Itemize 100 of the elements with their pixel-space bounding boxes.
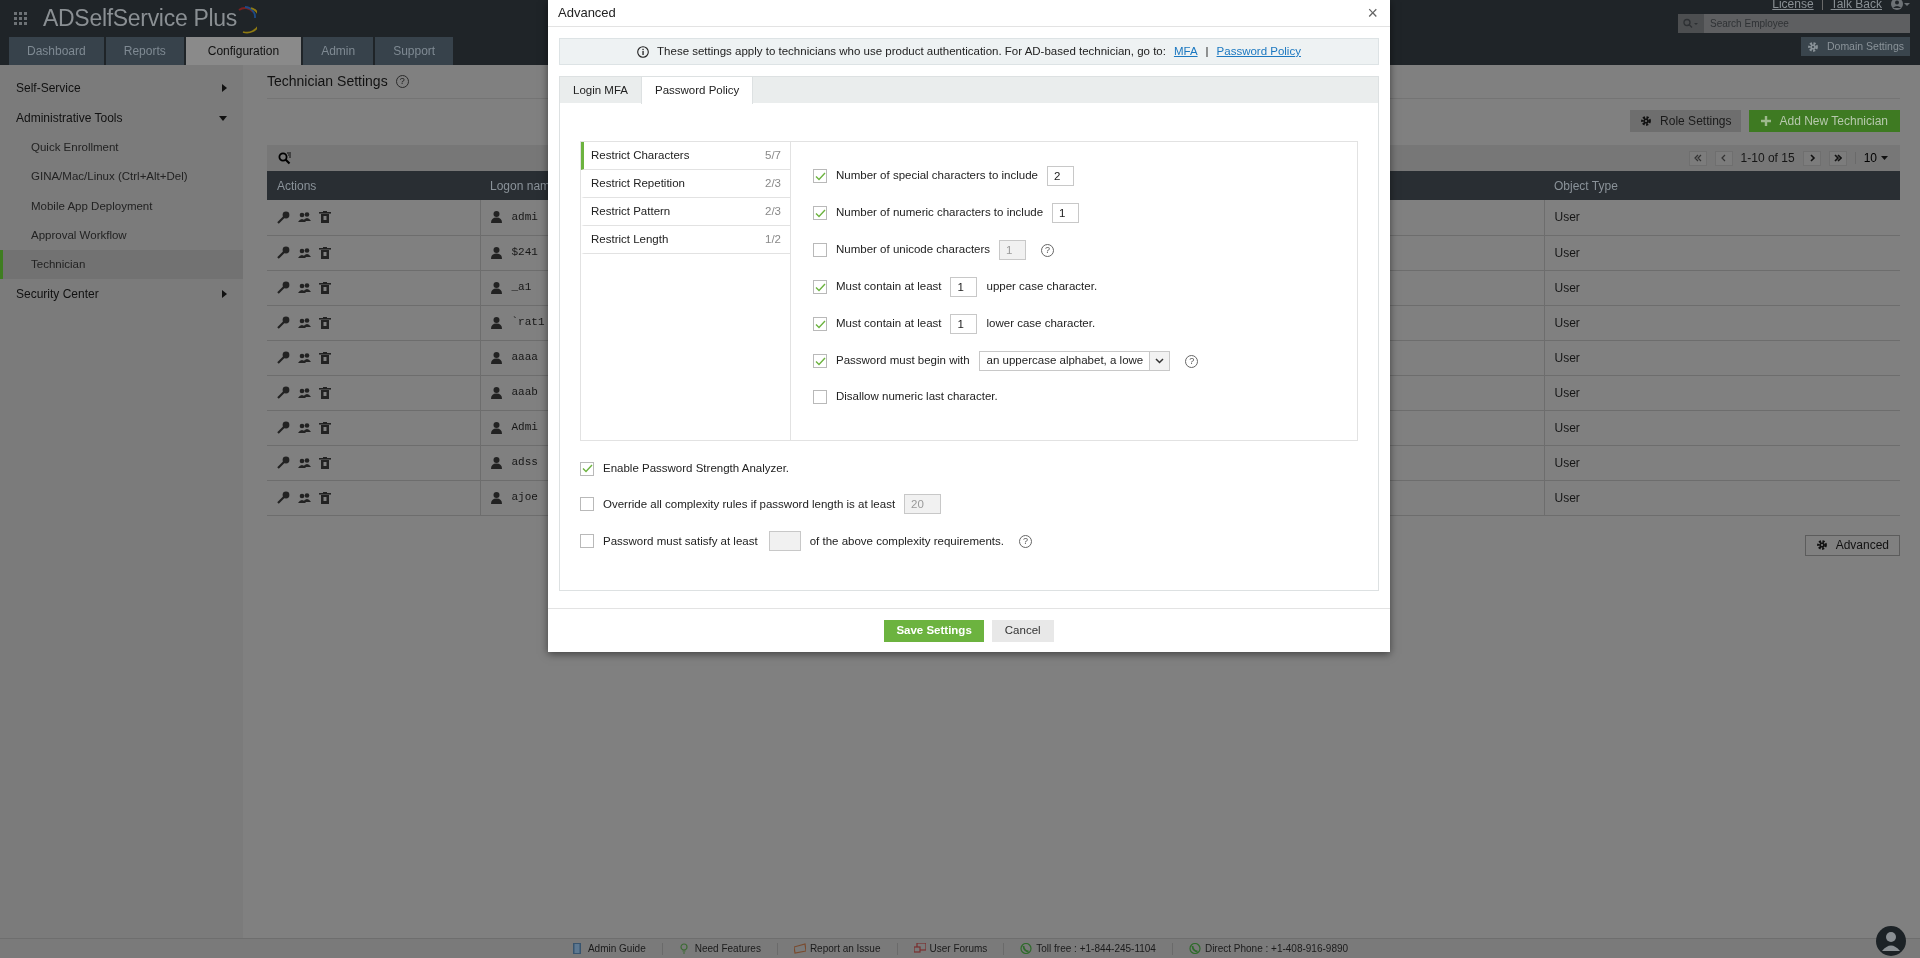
trash-icon[interactable]: [319, 421, 331, 434]
header-link[interactable]: License: [1772, 0, 1814, 10]
footer-link[interactable]: Need Features: [678, 941, 761, 956]
nav-tab[interactable]: Configuration: [185, 37, 302, 65]
sidebar-section[interactable]: Administrative Tools: [16, 109, 123, 127]
key-icon[interactable]: [277, 491, 290, 504]
nav-tab[interactable]: Dashboard: [9, 37, 104, 65]
role-settings-button[interactable]: Role Settings: [1630, 110, 1742, 132]
caret-down-icon[interactable]: [219, 115, 227, 121]
checkbox[interactable]: [580, 461, 594, 476]
checkbox[interactable]: [813, 243, 827, 257]
checkbox[interactable]: [813, 354, 827, 368]
checkbox[interactable]: [813, 389, 827, 404]
checkbox[interactable]: [813, 280, 827, 294]
sidebar-section[interactable]: Self-Service: [16, 79, 81, 97]
dialog-tab[interactable]: Password Policy: [641, 77, 754, 104]
key-icon[interactable]: [277, 351, 290, 364]
key-icon[interactable]: [277, 316, 290, 329]
page-size-dropdown[interactable]: 10: [1863, 149, 1888, 167]
caret-right-icon[interactable]: [222, 84, 227, 92]
sidebar-item[interactable]: Mobile App Deployment: [0, 191, 243, 221]
footer-link[interactable]: Direct Phone : +1-408-916-9890: [1188, 941, 1349, 956]
category-item[interactable]: Restrict Repetition 2/3: [581, 170, 790, 198]
first-page-button[interactable]: [1688, 150, 1707, 166]
dropdown[interactable]: an uppercase alphabet, a lowe: [978, 351, 1171, 371]
category-item[interactable]: Restrict Characters 5/7: [581, 142, 790, 170]
users-icon[interactable]: [298, 491, 311, 504]
sidebar-item[interactable]: Technician: [0, 250, 243, 280]
category-item[interactable]: Restrict Length 1/2: [581, 226, 790, 254]
users-icon[interactable]: [298, 281, 311, 294]
app-grid-icon[interactable]: [14, 12, 27, 25]
user-icon: [490, 456, 502, 469]
phone-icon: [1020, 943, 1033, 954]
trash-icon[interactable]: [319, 491, 331, 504]
settings-link[interactable]: MFA: [1173, 42, 1198, 61]
key-icon[interactable]: [277, 456, 290, 469]
support-avatar-icon[interactable]: [1876, 926, 1906, 956]
trash-icon[interactable]: [319, 456, 331, 469]
trash-icon[interactable]: [319, 386, 331, 399]
sidebar-item[interactable]: GINA/Mac/Linux (Ctrl+Alt+Del): [0, 162, 243, 192]
nav-tab[interactable]: Admin: [303, 37, 374, 65]
sidebar-section[interactable]: Security Center: [16, 285, 99, 304]
next-page-button[interactable]: [1802, 150, 1821, 166]
add-technician-button[interactable]: Add New Technician: [1749, 110, 1900, 132]
logon-name: ajoe: [511, 490, 538, 506]
users-icon[interactable]: [298, 211, 311, 224]
object-type: User: [1554, 280, 1580, 295]
number-field[interactable]: 1: [1052, 203, 1080, 223]
nav-tab[interactable]: Support: [375, 37, 454, 65]
users-icon[interactable]: [298, 456, 311, 469]
settings-link[interactable]: Password Policy: [1216, 42, 1301, 61]
footer-link[interactable]: Admin Guide: [571, 941, 646, 956]
checkbox[interactable]: [580, 497, 594, 512]
close-button[interactable]: ×: [1365, 4, 1380, 22]
key-icon[interactable]: [277, 210, 290, 224]
users-icon[interactable]: [298, 316, 311, 329]
key-icon[interactable]: [277, 281, 290, 294]
dialog-tab[interactable]: Login MFA: [560, 77, 641, 104]
users-icon[interactable]: [298, 386, 311, 399]
checkbox[interactable]: [813, 169, 827, 183]
key-icon[interactable]: [277, 421, 290, 434]
trash-icon[interactable]: [319, 211, 331, 224]
user-icon: [490, 281, 502, 294]
search-filter-icon[interactable]: [278, 151, 292, 165]
footer-link[interactable]: Toll free : +1-844-245-1104: [1020, 941, 1156, 956]
user-icon: [490, 211, 502, 224]
number-field[interactable]: 1: [950, 277, 978, 297]
cancel-button[interactable]: Cancel: [991, 620, 1054, 642]
checkbox[interactable]: [580, 534, 594, 549]
checkbox[interactable]: [813, 317, 827, 331]
last-page-button[interactable]: [1828, 150, 1847, 166]
number-field[interactable]: 2: [1047, 166, 1074, 186]
number-field[interactable]: 1: [950, 314, 978, 334]
last-page-icon: [1833, 154, 1842, 162]
category-item[interactable]: Restrict Pattern 2/3: [581, 198, 790, 226]
checkbox[interactable]: [813, 206, 827, 220]
user-avatar-icon[interactable]: [1890, 0, 1910, 10]
logon-name: Admi: [511, 420, 538, 436]
key-icon[interactable]: [277, 386, 290, 399]
users-icon[interactable]: [298, 421, 311, 434]
header-link[interactable]: Talk Back: [1830, 0, 1882, 10]
users-icon[interactable]: [298, 246, 311, 259]
nav-tab[interactable]: Reports: [105, 37, 184, 65]
footer-link[interactable]: User Forums: [913, 941, 988, 956]
save-button[interactable]: Save Settings: [884, 620, 984, 642]
trash-icon[interactable]: [319, 351, 331, 364]
page-range: 1-10 of 15: [1740, 150, 1795, 167]
advanced-button[interactable]: Advanced: [1804, 534, 1900, 556]
caret-right-icon[interactable]: [222, 290, 227, 299]
object-type: User: [1554, 385, 1580, 400]
trash-icon[interactable]: [319, 316, 331, 329]
sidebar-item[interactable]: Quick Enrollment: [0, 133, 243, 163]
sidebar-item[interactable]: Approval Workflow: [0, 220, 243, 250]
footer-link[interactable]: Report an Issue: [793, 941, 881, 956]
users-icon[interactable]: [298, 351, 311, 364]
trash-icon[interactable]: [319, 281, 331, 294]
key-icon[interactable]: [277, 246, 290, 259]
domain-settings-button[interactable]: Domain Settings: [1800, 37, 1910, 56]
check-icon: [581, 464, 593, 474]
trash-icon[interactable]: [319, 246, 331, 259]
